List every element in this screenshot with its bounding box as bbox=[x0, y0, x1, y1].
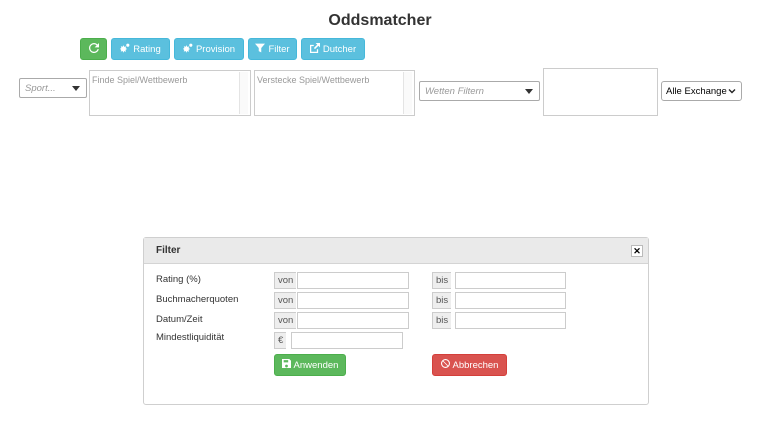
cogs-icon bbox=[182, 43, 193, 56]
rating-row: Rating (%) von bis bbox=[144, 272, 650, 290]
datetime-from-addon: von bbox=[274, 312, 297, 329]
rating-from-addon: von bbox=[274, 272, 297, 289]
liquidity-addon: € bbox=[274, 332, 287, 349]
caret-down-icon bbox=[525, 89, 533, 94]
dutcher-button[interactable]: Dutcher bbox=[301, 38, 365, 60]
bets-filter-select[interactable]: Wetten Filtern bbox=[419, 81, 540, 101]
sport-select[interactable]: Sport... bbox=[19, 78, 87, 98]
apply-label: Anwenden bbox=[293, 359, 339, 371]
save-icon bbox=[281, 359, 291, 371]
close-icon: ✕ bbox=[633, 245, 641, 256]
provision-label: Provision bbox=[195, 43, 236, 55]
rating-to-input[interactable] bbox=[455, 272, 566, 289]
provision-button[interactable]: Provision bbox=[174, 38, 244, 60]
rating-to-addon: bis bbox=[432, 272, 452, 289]
datetime-from-input[interactable] bbox=[297, 312, 409, 329]
odds-label: Buchmacherquoten bbox=[156, 294, 239, 305]
toolbar: Rating Provision Filter Dutcher bbox=[80, 38, 365, 60]
hide-game-placeholder: Verstecke Spiel/Wettbewerb bbox=[257, 75, 370, 85]
odds-to-addon: bis bbox=[432, 292, 452, 309]
liquidity-row: Mindestliquidität € bbox=[144, 332, 650, 350]
exchange-selected: Alle Exchange bbox=[666, 85, 727, 97]
refresh-icon bbox=[88, 42, 99, 56]
cancel-button[interactable]: Abbrechen bbox=[432, 354, 507, 376]
datetime-to-input[interactable] bbox=[455, 312, 566, 329]
listbox-scrollbar[interactable] bbox=[403, 72, 412, 114]
odds-from-addon: von bbox=[274, 292, 297, 309]
bets-filter-placeholder: Wetten Filtern bbox=[425, 85, 484, 97]
find-game-listbox[interactable]: Finde Spiel/Wettbewerb bbox=[89, 70, 251, 116]
odds-row: Buchmacherquoten von bis bbox=[144, 292, 650, 310]
exchange-select[interactable]: Alle Exchange bbox=[661, 81, 742, 101]
filter-label: Filter bbox=[268, 43, 290, 55]
filter-button[interactable]: Filter bbox=[248, 38, 297, 60]
rating-from-input[interactable] bbox=[297, 272, 409, 289]
sport-placeholder: Sport... bbox=[25, 82, 56, 94]
rating-label: Rating bbox=[133, 43, 161, 55]
datetime-row: Datum/Zeit von bis bbox=[144, 312, 650, 330]
close-button[interactable]: ✕ bbox=[631, 245, 643, 257]
find-game-placeholder: Finde Spiel/Wettbewerb bbox=[92, 75, 188, 85]
modal-title: Filter bbox=[156, 245, 181, 256]
odds-to-input[interactable] bbox=[455, 292, 566, 309]
oddsmatcher-page: Oddsmatcher Rating Provision Filter Dutc… bbox=[0, 0, 760, 427]
caret-down-icon bbox=[72, 86, 80, 91]
modal-header: Filter ✕ bbox=[144, 238, 648, 264]
datetime-to-addon: bis bbox=[432, 312, 452, 329]
dutcher-label: Dutcher bbox=[322, 43, 357, 55]
apply-button[interactable]: Anwenden bbox=[274, 354, 346, 376]
refresh-button[interactable] bbox=[80, 38, 107, 60]
datetime-label: Datum/Zeit bbox=[156, 314, 203, 325]
page-title: Oddsmatcher bbox=[328, 12, 432, 29]
listbox-scrollbar[interactable] bbox=[239, 72, 248, 114]
hide-game-listbox[interactable]: Verstecke Spiel/Wettbewerb bbox=[254, 70, 415, 116]
filter-icon bbox=[255, 43, 266, 56]
cogs-icon bbox=[120, 43, 130, 56]
chevron-down-icon bbox=[728, 89, 736, 94]
rating-button[interactable]: Rating bbox=[111, 38, 170, 60]
liquidity-label: Mindestliquidität bbox=[156, 332, 225, 343]
external-link-icon bbox=[309, 42, 320, 56]
liquidity-input[interactable] bbox=[291, 332, 403, 349]
rating-label: Rating (%) bbox=[156, 274, 201, 285]
odds-from-input[interactable] bbox=[297, 292, 409, 309]
bets-filter-listbox[interactable] bbox=[543, 68, 658, 116]
filter-modal: Filter ✕ Rating (%) von bis Buchmacherqu… bbox=[143, 237, 649, 405]
cancel-label: Abbrechen bbox=[452, 359, 499, 371]
ban-icon bbox=[440, 359, 450, 371]
